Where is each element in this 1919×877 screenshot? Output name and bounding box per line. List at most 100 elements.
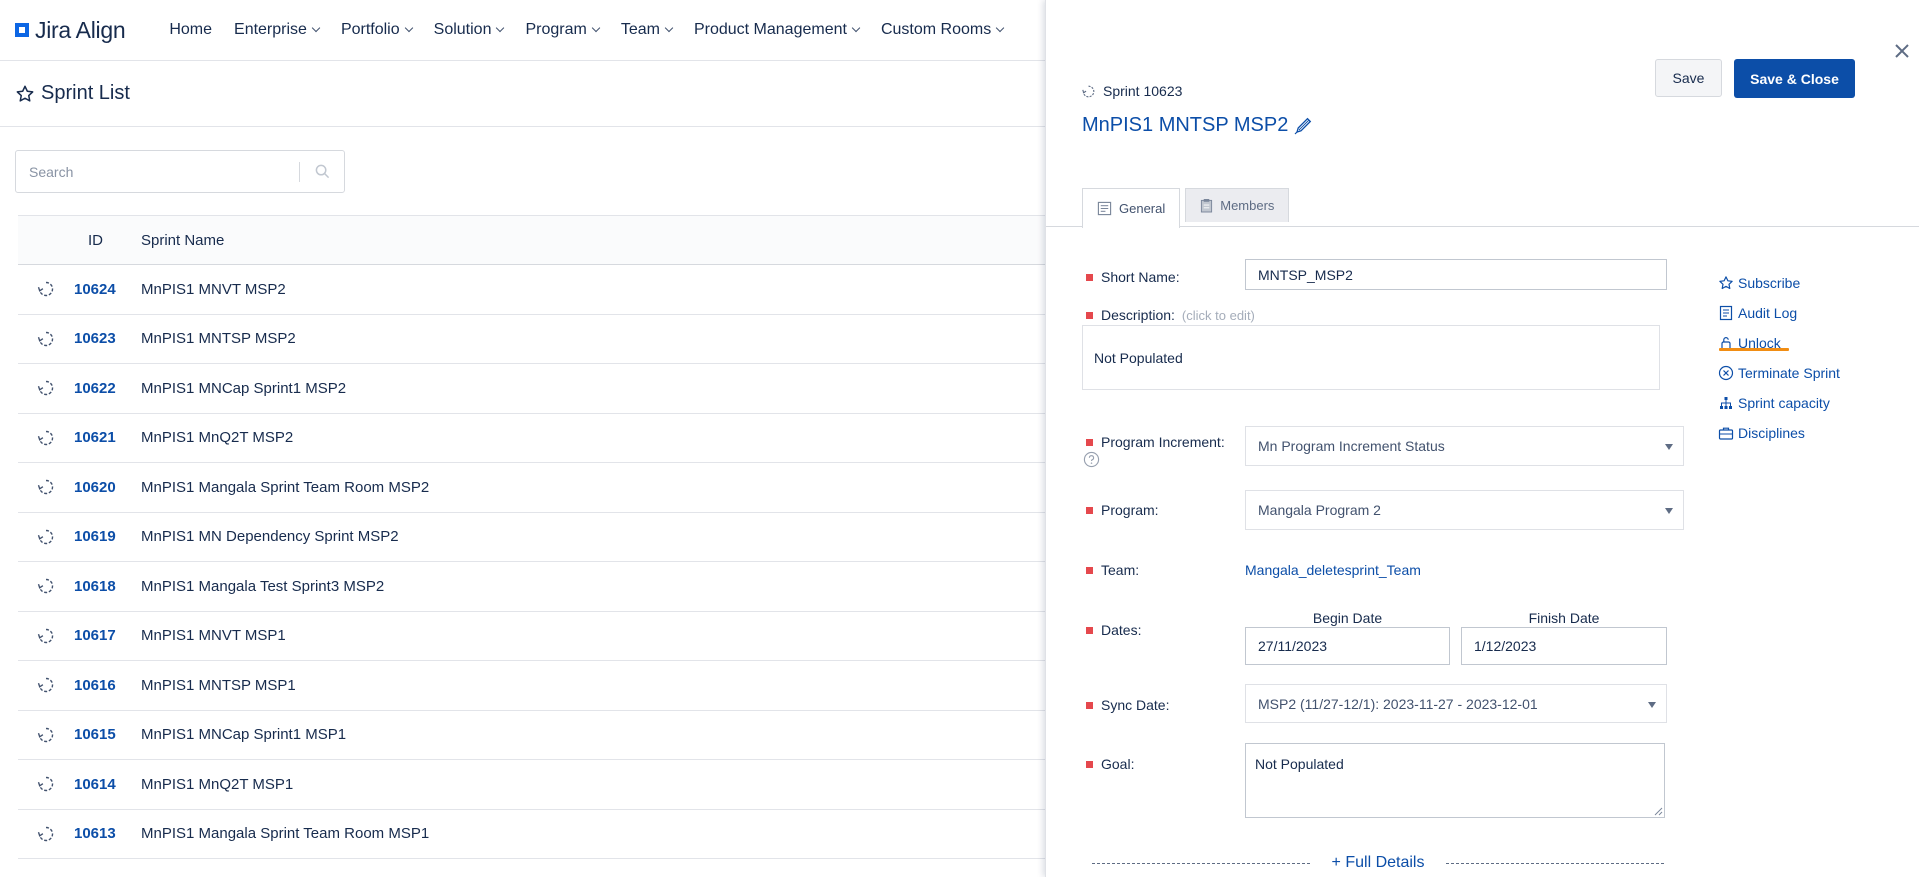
sprint-id-link[interactable]: 10614 [74, 776, 141, 793]
nav-item-label: Product Management [693, 21, 847, 38]
star-icon [1719, 276, 1733, 290]
nav-item-label: Program [525, 21, 587, 38]
resize-handle-icon[interactable] [1653, 806, 1663, 816]
sprint-icon [18, 825, 74, 843]
table-body: 10624 MnPIS1 MNVT MSP2 10623 MnPIS1 MNTSP M… [18, 265, 1048, 859]
save-button[interactable]: Save [1655, 59, 1722, 97]
tab-members[interactable]: Members [1185, 188, 1290, 222]
team-label: Team: [1086, 562, 1139, 578]
favorite-star-icon[interactable] [15, 84, 35, 104]
nav-item-team[interactable]: Team [621, 21, 674, 39]
nav-item-label: Solution [433, 21, 492, 38]
dates-label-text: Dates: [1101, 622, 1142, 638]
full-details-divider: + Full Details [1092, 854, 1665, 872]
nav-item-portfolio[interactable]: Portfolio [341, 21, 413, 39]
sprint-name: MnPIS1 MNCap Sprint1 MSP2 [141, 379, 347, 397]
sprint-icon [18, 577, 74, 595]
table-header: ID Sprint Name [18, 215, 1048, 265]
sprint-id-link[interactable]: 10613 [74, 825, 141, 842]
sprint-actions: Subscribe Audit Log Unlock Terminate Spr… [1718, 268, 1840, 448]
help-icon[interactable] [1083, 451, 1100, 468]
sprint-icon [18, 330, 74, 348]
sprint-icon [18, 379, 74, 397]
disciplines-action[interactable]: Disciplines [1718, 418, 1840, 448]
audit-log-action[interactable]: Audit Log [1718, 298, 1840, 328]
subscribe-action[interactable]: Subscribe [1718, 268, 1840, 298]
description-label: Description: (click to edit) [1086, 307, 1255, 323]
close-icon[interactable] [1891, 40, 1913, 62]
edit-pencil-icon[interactable] [1294, 117, 1314, 135]
table-row[interactable]: 10624 MnPIS1 MNVT MSP2 [18, 265, 1048, 315]
sprint-id-link[interactable]: 10621 [74, 429, 141, 446]
subscribe-label: Subscribe [1738, 275, 1801, 291]
column-header-id[interactable]: ID [18, 232, 141, 249]
sprint-id-link[interactable]: 10620 [74, 479, 141, 496]
breadcrumb: Sprint 10623 [1082, 83, 1182, 99]
divider [0, 126, 1045, 127]
unlock-highlight-underline [1719, 348, 1789, 351]
caret-down-icon [1665, 508, 1673, 514]
program-label-text: Program: [1101, 502, 1159, 518]
table-row[interactable]: 10621 MnPIS1 MnQ2T MSP2 [18, 414, 1048, 463]
begin-date-input[interactable] [1245, 627, 1450, 665]
search-input[interactable] [16, 151, 299, 192]
sprint-id-link[interactable]: 10624 [74, 281, 141, 298]
description-field[interactable]: Not Populated [1082, 325, 1660, 390]
nav-item-label: Enterprise [234, 21, 307, 38]
audit-log-label: Audit Log [1738, 305, 1798, 321]
nav-item-program[interactable]: Program [525, 21, 601, 39]
column-header-sprint-name[interactable]: Sprint Name [141, 232, 224, 249]
jira-align-logo[interactable]: Jira Align [15, 17, 126, 44]
nav-item-enterprise[interactable]: Enterprise [234, 21, 321, 39]
sprint-id-link[interactable]: 10617 [74, 627, 141, 644]
short-name-input[interactable] [1245, 259, 1667, 290]
goal-textarea[interactable]: Not Populated [1245, 743, 1665, 818]
save-and-close-button[interactable]: Save & Close [1734, 59, 1855, 98]
sprint-icon [18, 528, 74, 546]
sprint-id-link[interactable]: 10618 [74, 578, 141, 595]
table-row[interactable]: 10613 MnPIS1 Mangala Sprint Team Room MSP… [18, 810, 1048, 859]
terminate-sprint-action[interactable]: Terminate Sprint [1718, 358, 1840, 388]
table-row[interactable]: 10615 MnPIS1 MNCap Sprint1 MSP1 [18, 711, 1048, 760]
unlock-action[interactable]: Unlock [1718, 328, 1840, 358]
program-label: Program: [1086, 502, 1159, 518]
sprint-id-link[interactable]: 10615 [74, 726, 141, 743]
dates-label: Dates: [1086, 622, 1141, 638]
program-increment-select[interactable]: Mn Program Increment Status [1245, 426, 1684, 466]
nav-item-product-management[interactable]: Product Management [693, 21, 861, 39]
table-row[interactable]: 10623 MnPIS1 MNTSP MSP2 [18, 315, 1048, 364]
table-row[interactable]: 10620 MnPIS1 Mangala Sprint Team Room MSP… [18, 463, 1048, 513]
nav-item-home[interactable]: Home [169, 21, 212, 39]
table-row[interactable]: 10619 MnPIS1 MN Dependency Sprint MSP2 [18, 513, 1048, 562]
full-details-link[interactable]: + Full Details [1310, 854, 1447, 872]
sprint-id-link[interactable]: 10622 [74, 380, 141, 397]
sync-date-label: Sync Date: [1086, 697, 1169, 713]
table-row[interactable]: 10618 MnPIS1 Mangala Test Sprint3 MSP2 [18, 562, 1048, 612]
table-row[interactable]: 10622 MnPIS1 MNCap Sprint1 MSP2 [18, 364, 1048, 414]
tab-general[interactable]: General [1082, 188, 1181, 228]
chevron-down-icon [664, 23, 674, 33]
table-row[interactable]: 10617 MnPIS1 MNVT MSP1 [18, 612, 1048, 661]
breadcrumb-text: Sprint 10623 [1103, 83, 1183, 99]
finish-date-input[interactable] [1461, 627, 1667, 665]
team-link[interactable]: Mangala_deletesprint_Team [1245, 562, 1421, 578]
program-select[interactable]: Mangala Program 2 [1245, 490, 1684, 530]
sprint-id-link[interactable]: 10623 [74, 330, 141, 347]
sprint-id-link[interactable]: 10619 [74, 528, 141, 545]
table-row[interactable]: 10616 MnPIS1 MNTSP MSP1 [18, 661, 1048, 711]
sync-date-select[interactable]: MSP2 (11/27-12/1): 2023-11-27 - 2023-12-… [1245, 684, 1667, 723]
sprint-name: MnPIS1 MNVT MSP2 [141, 280, 286, 298]
nav-item-custom-rooms[interactable]: Custom Rooms [881, 21, 1005, 39]
short-name-label: Short Name: [1086, 269, 1180, 285]
nav-item-solution[interactable]: Solution [433, 21, 505, 39]
sprint-capacity-action[interactable]: Sprint capacity [1718, 388, 1840, 418]
sprint-id-link[interactable]: 10616 [74, 677, 141, 694]
sprint-icon [18, 280, 74, 298]
required-marker [1086, 438, 1093, 446]
chevron-down-icon [591, 23, 601, 33]
sprint-name: MnPIS1 MNTSP MSP2 [141, 330, 296, 348]
finish-date-label: Finish Date [1528, 610, 1600, 626]
search-button[interactable] [300, 151, 344, 192]
table-row[interactable]: 10614 MnPIS1 MnQ2T MSP1 [18, 760, 1048, 810]
begin-date-label: Begin Date [1312, 610, 1383, 626]
